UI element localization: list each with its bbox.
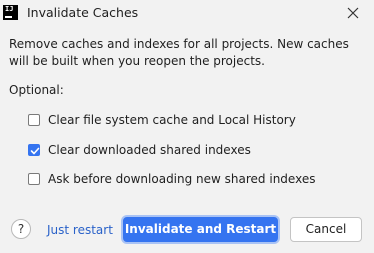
- close-button[interactable]: [341, 1, 365, 25]
- dialog-title: Invalidate Caches: [27, 5, 139, 20]
- app-icon-text: IJ: [5, 5, 14, 13]
- checkmark-icon: [30, 147, 40, 155]
- invalidate-caches-dialog: IJ Invalidate Caches Remove caches and i…: [0, 0, 374, 253]
- dialog-description: Remove caches and indexes for all projec…: [9, 37, 349, 68]
- checkbox-clear-shared-indexes[interactable]: [28, 144, 40, 156]
- option-ask-before-download[interactable]: Ask before downloading new shared indexe…: [28, 170, 315, 188]
- checkbox-clear-fs-cache[interactable]: [28, 114, 40, 126]
- option-label: Clear file system cache and Local Histor…: [48, 113, 296, 127]
- checkbox-ask-before-download[interactable]: [28, 173, 40, 185]
- invalidate-and-restart-button[interactable]: Invalidate and Restart: [123, 217, 278, 242]
- option-label: Clear downloaded shared indexes: [48, 143, 251, 157]
- help-icon: ?: [17, 222, 25, 236]
- app-icon-bar: [5, 16, 12, 18]
- just-restart-link[interactable]: Just restart: [47, 222, 113, 238]
- title-bar: IJ Invalidate Caches: [0, 0, 374, 26]
- help-button[interactable]: ?: [11, 219, 31, 239]
- option-label: Ask before downloading new shared indexe…: [48, 172, 316, 186]
- intellij-app-icon: IJ: [3, 5, 18, 20]
- cancel-button[interactable]: Cancel: [290, 217, 362, 242]
- close-icon: [347, 7, 359, 19]
- option-clear-fs-cache[interactable]: Clear file system cache and Local Histor…: [28, 111, 296, 129]
- optional-label: Optional:: [9, 83, 64, 97]
- option-clear-shared-indexes[interactable]: Clear downloaded shared indexes: [28, 141, 251, 159]
